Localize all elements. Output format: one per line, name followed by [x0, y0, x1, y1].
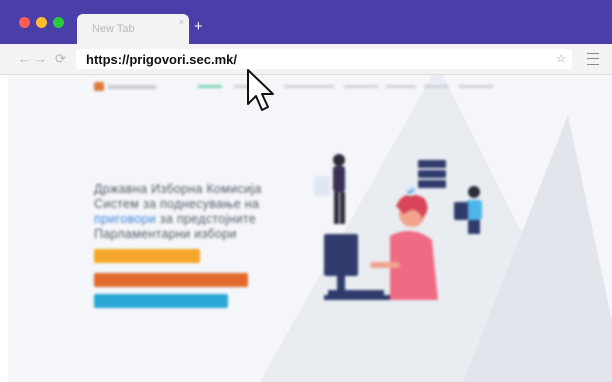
hero-title: Државна Изборна Комисија Систем за подне…	[94, 182, 304, 242]
site-logo[interactable]	[94, 82, 156, 91]
hero-line-rest: за предстојните	[156, 212, 257, 226]
back-arrow-icon[interactable]: ←	[18, 51, 31, 66]
logo-mark-icon	[94, 82, 104, 91]
nav-link[interactable]	[424, 85, 448, 88]
new-tab-button[interactable]: +	[194, 18, 203, 35]
nav-link[interactable]	[284, 85, 334, 88]
nav-link[interactable]	[344, 85, 378, 88]
minimize-window-button[interactable]	[36, 17, 47, 28]
maximize-window-button[interactable]	[53, 17, 64, 28]
nav-link[interactable]	[459, 85, 493, 88]
address-bar[interactable]: https://prigovori.sec.mk/ ☆	[76, 49, 572, 69]
mouse-pointer-icon	[247, 69, 274, 111]
close-tab-icon[interactable]: ×	[179, 17, 184, 27]
logo-text	[108, 85, 156, 89]
hero-illustration	[314, 154, 482, 300]
bookmark-star-icon[interactable]: ☆	[556, 52, 566, 65]
browser-menu-icon[interactable]	[587, 53, 599, 65]
forward-arrow-icon[interactable]: →	[34, 51, 47, 66]
standing-person-illustration	[314, 154, 345, 224]
nav-link-home[interactable]	[198, 85, 222, 88]
hero-line: Парламентарни избори	[94, 227, 237, 241]
tab-title: New Tab	[92, 23, 135, 35]
web-page: Државна Изборна Комисија Систем за подне…	[8, 75, 612, 382]
action-button-orange[interactable]	[94, 273, 248, 287]
nav-link[interactable]	[386, 85, 416, 88]
seated-person-illustration	[454, 186, 482, 234]
close-window-button[interactable]	[19, 17, 30, 28]
browser-titlebar: New Tab × +	[0, 0, 612, 44]
browser-tab[interactable]: New Tab ×	[77, 14, 189, 44]
hero-line: Државна Изборна Комисија	[94, 182, 262, 196]
check-bubble-illustration	[406, 186, 416, 196]
hero-line: приговори за предстојните	[94, 212, 304, 227]
hero-accent-word: приговори	[94, 212, 157, 226]
hero-line: Систем за поднесување на	[94, 197, 260, 211]
browser-toolbar: ← → ⟳ https://prigovori.sec.mk/ ☆	[0, 44, 612, 75]
reload-icon[interactable]: ⟳	[55, 51, 66, 67]
action-button-cyan[interactable]	[94, 294, 228, 308]
url-text[interactable]: https://prigovori.sec.mk/	[86, 52, 237, 67]
action-button-yellow[interactable]	[94, 249, 200, 263]
